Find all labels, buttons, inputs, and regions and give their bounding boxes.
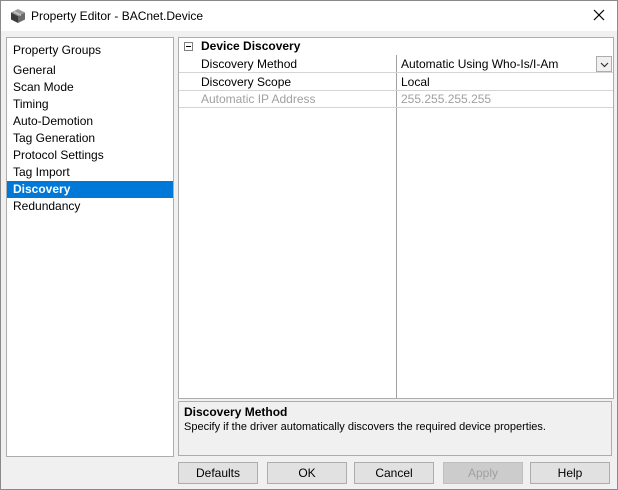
property-groups-header: Property Groups	[13, 43, 102, 57]
cube-app-icon	[10, 8, 26, 24]
title-bar[interactable]: Property Editor - BACnet.Device	[1, 1, 617, 31]
property-name: Discovery Method	[201, 57, 298, 71]
property-groups-list: General Scan Mode Timing Auto-Demotion T…	[7, 62, 173, 215]
property-name: Discovery Scope	[201, 75, 292, 89]
property-value[interactable]: Automatic Using Who-Is/I-Am	[401, 57, 558, 71]
group-item-tag-import[interactable]: Tag Import	[7, 164, 173, 181]
property-name: Automatic IP Address	[201, 92, 316, 106]
group-item-general[interactable]: General	[7, 62, 173, 79]
description-panel: Discovery Method Specify if the driver a…	[178, 401, 612, 456]
category-row: Device Discovery	[179, 38, 613, 55]
group-item-tag-generation[interactable]: Tag Generation	[7, 130, 173, 147]
group-item-scan-mode[interactable]: Scan Mode	[7, 79, 173, 96]
property-value: 255.255.255.255	[401, 92, 492, 106]
defaults-button[interactable]: Defaults	[178, 462, 258, 484]
group-item-protocol-settings[interactable]: Protocol Settings	[7, 147, 173, 164]
property-groups-panel: Property Groups General Scan Mode Timing…	[6, 37, 174, 457]
property-row-discovery-scope[interactable]: Discovery Scope Local	[179, 73, 613, 91]
group-item-auto-demotion[interactable]: Auto-Demotion	[7, 113, 173, 130]
group-item-redundancy[interactable]: Redundancy	[7, 198, 173, 215]
cancel-button[interactable]: Cancel	[354, 462, 434, 484]
window-title: Property Editor - BACnet.Device	[31, 9, 204, 23]
property-row-discovery-method[interactable]: Discovery Method Automatic Using Who-Is/…	[179, 55, 613, 73]
group-item-discovery[interactable]: Discovery	[7, 181, 173, 198]
apply-button[interactable]: Apply	[443, 462, 523, 484]
description-text: Specify if the driver automatically disc…	[184, 421, 546, 433]
description-title: Discovery Method	[184, 405, 288, 419]
property-value[interactable]: Local	[401, 75, 430, 89]
property-editor-window: Property Editor - BACnet.Device Property…	[0, 0, 618, 490]
group-item-timing[interactable]: Timing	[7, 96, 173, 113]
property-grid: Device Discovery Discovery Method Automa…	[178, 37, 614, 399]
collapse-icon[interactable]	[184, 42, 193, 51]
chevron-down-icon	[600, 57, 609, 71]
category-label: Device Discovery	[201, 39, 301, 53]
close-icon	[593, 9, 605, 24]
close-button[interactable]	[581, 1, 617, 31]
dropdown-button[interactable]	[596, 56, 612, 72]
help-button[interactable]: Help	[530, 462, 610, 484]
ok-button[interactable]: OK	[267, 462, 347, 484]
property-row-automatic-ip-address: Automatic IP Address 255.255.255.255	[179, 90, 613, 108]
